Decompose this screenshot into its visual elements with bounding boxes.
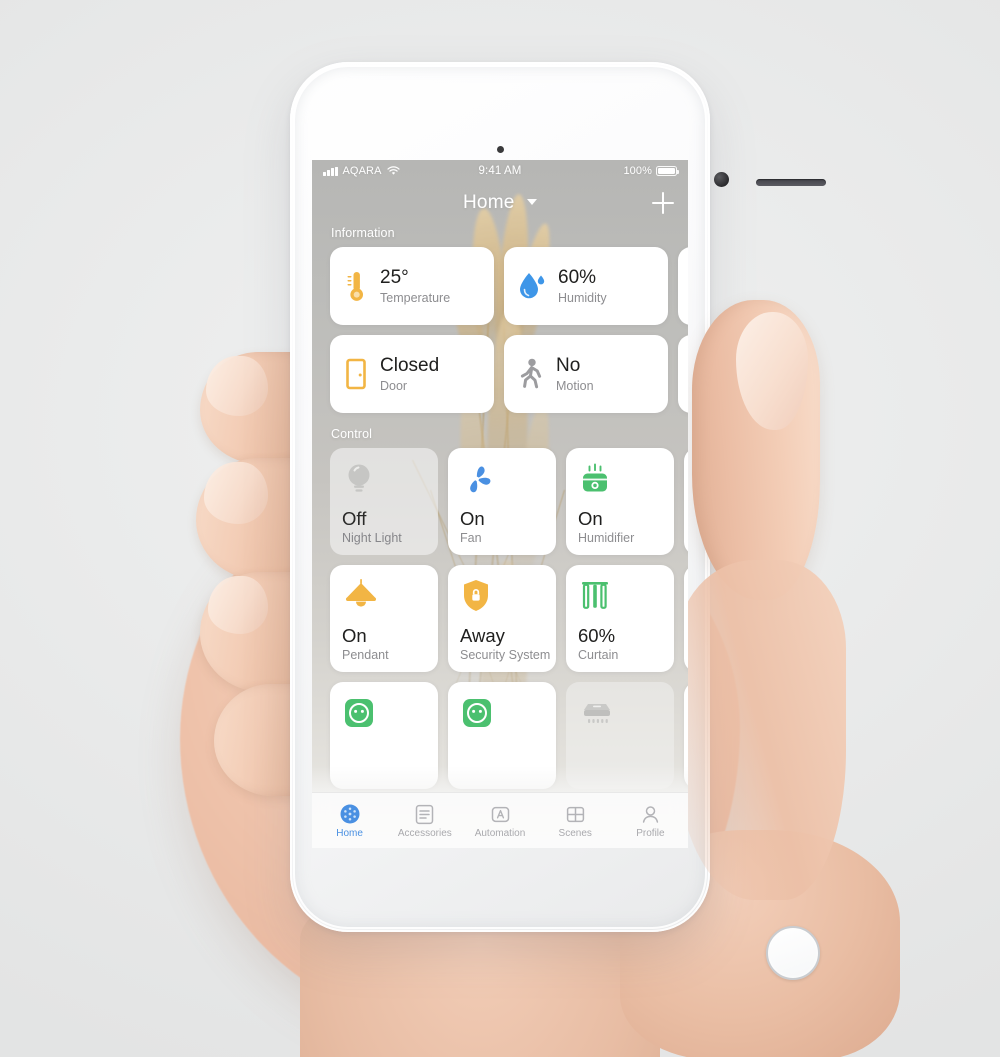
information-row-2: Closed Door No Motion (312, 335, 688, 413)
control-card-socket-1[interactable] (330, 682, 438, 789)
info-label: Temperature (380, 290, 451, 305)
control-card-security-system[interactable]: Away Security System (448, 565, 556, 672)
control-card-partial[interactable] (684, 448, 688, 555)
fan-icon (470, 466, 491, 493)
tab-label: Home (336, 828, 363, 839)
tab-label: Accessories (397, 828, 452, 839)
control-label: Pendant (342, 648, 389, 663)
status-bar-right: 100% (623, 165, 680, 177)
hand-thumb-base (676, 560, 846, 900)
home-title-dropdown[interactable]: Home (312, 192, 688, 214)
info-label: Humidity (558, 290, 607, 305)
control-value: On (460, 508, 485, 529)
front-camera-icon (714, 172, 729, 187)
control-card-gateway[interactable] (566, 682, 674, 789)
tab-automation[interactable]: Automation (462, 802, 537, 839)
control-label: Fan (460, 531, 482, 546)
curtain-icon (582, 582, 608, 609)
control-value: Away (460, 625, 505, 646)
status-bar: AQARA 9:41 AM 100% (312, 160, 688, 182)
control-row-1: Off Night Light On Fan On Humidifier (312, 448, 688, 555)
info-card-door[interactable]: Closed Door (330, 335, 494, 413)
section-label-control: Control (331, 427, 372, 441)
water-drop-icon (520, 273, 545, 299)
accessories-list-icon (387, 802, 462, 826)
scene-background: AQARA 9:41 AM 100% Home Information 25° … (0, 0, 1000, 1057)
info-label: Motion (556, 378, 594, 393)
control-value: On (342, 625, 367, 646)
shield-lock-icon (464, 580, 488, 611)
info-label: Door (380, 378, 408, 393)
information-row-1: 25° Temperature 60% Humidity (312, 247, 688, 325)
thermometer-icon (347, 272, 363, 301)
scenes-grid-icon (538, 802, 613, 826)
plus-icon[interactable] (652, 192, 674, 214)
control-row-2: On Pendant Away Security System 60% Curt… (312, 565, 688, 672)
proximity-sensor (497, 146, 504, 153)
chevron-down-icon (526, 199, 537, 205)
control-label: Humidifier (578, 531, 635, 546)
info-card-temperature[interactable]: 25° Temperature (330, 247, 494, 325)
info-value: 60% (558, 267, 597, 289)
control-value: Off (342, 508, 367, 529)
door-icon (346, 358, 366, 390)
home-title-label: Home (463, 192, 515, 213)
info-card-partial[interactable] (678, 335, 688, 413)
pendant-lamp-icon (346, 579, 376, 607)
info-card-humidity[interactable]: 60% Humidity (504, 247, 668, 325)
info-value: No (556, 355, 581, 377)
tab-label: Automation (474, 828, 526, 839)
control-card-curtain[interactable]: 60% Curtain (566, 565, 674, 672)
control-card-fan[interactable]: On Fan (448, 448, 556, 555)
tab-home[interactable]: Home (312, 802, 387, 839)
motion-person-icon (520, 358, 542, 389)
tab-profile[interactable]: Profile (613, 802, 688, 839)
tab-label: Profile (636, 828, 665, 839)
control-card-socket-2[interactable] (448, 682, 556, 789)
light-bulb-icon (348, 464, 370, 492)
profile-person-icon (613, 802, 688, 826)
tab-label: Scenes (558, 828, 592, 839)
control-card-humidifier[interactable]: On Humidifier (566, 448, 674, 555)
screen-content: Information 25° Temperature 60% Humidity… (312, 226, 688, 848)
control-card-night-light[interactable]: Off Night Light (330, 448, 438, 555)
control-label: Security System (460, 648, 551, 663)
tab-scenes[interactable]: Scenes (538, 802, 613, 839)
battery-full-icon (656, 166, 680, 176)
humidifier-icon (583, 463, 607, 492)
info-value: 25° (380, 267, 409, 289)
navigation-bar: Home (312, 182, 688, 226)
section-label-information: Information (331, 226, 395, 240)
power-socket-icon (463, 699, 491, 727)
info-value: Closed (380, 355, 440, 377)
control-value: 60% (578, 625, 616, 646)
gateway-device-icon (584, 704, 610, 723)
earpiece-speaker (756, 179, 826, 186)
control-label: Night Light (342, 531, 402, 546)
info-card-motion[interactable]: No Motion (504, 335, 668, 413)
tab-accessories[interactable]: Accessories (387, 802, 462, 839)
control-card-partial[interactable] (684, 682, 688, 789)
battery-percent-label: 100% (623, 165, 652, 177)
home-dots-icon (312, 802, 387, 826)
automation-a-icon (462, 802, 537, 826)
info-card-partial[interactable] (678, 247, 688, 325)
fingernail (206, 356, 268, 416)
phone-screen: AQARA 9:41 AM 100% Home Information 25° … (312, 160, 688, 848)
control-card-pendant[interactable]: On Pendant (330, 565, 438, 672)
power-socket-icon (345, 699, 373, 727)
tab-bar: Home Accessories Automation Scenes Profi… (312, 792, 688, 848)
control-value: On (578, 508, 603, 529)
home-button[interactable] (766, 926, 820, 980)
control-card-partial[interactable] (684, 565, 688, 672)
control-row-3 (312, 682, 688, 789)
fingernail (204, 462, 268, 524)
control-label: Curtain (578, 648, 619, 663)
fingernail (208, 576, 268, 634)
